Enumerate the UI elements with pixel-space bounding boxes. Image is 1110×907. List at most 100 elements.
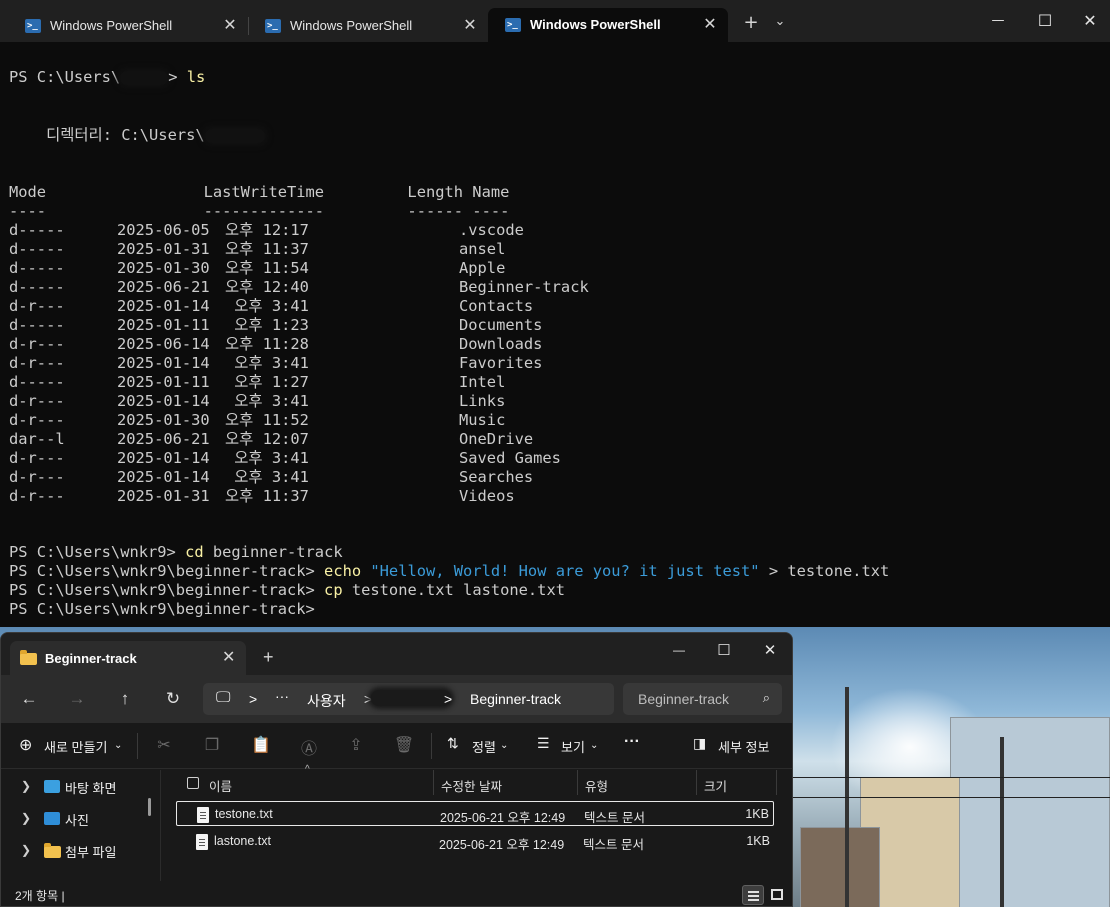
listing-date: 2025-01-11 (117, 373, 210, 391)
file-modified: 2025-06-21 오후 12:49 (439, 838, 565, 852)
column-divider[interactable] (577, 770, 578, 795)
column-header-modified[interactable]: 수정한 날짜 (441, 776, 502, 795)
close-icon[interactable]: ✕ (220, 9, 240, 43)
terminal-tab[interactable]: Windows PowerShell ✕ (248, 9, 488, 43)
listing-mode: d-r--- (9, 449, 65, 467)
explorer-tab-title: Beginner-track (45, 651, 137, 666)
listing-name: Favorites (459, 354, 543, 372)
cut-icon[interactable]: ✂ (153, 735, 175, 755)
column-header-type[interactable]: 유형 (585, 776, 608, 795)
command: ls (186, 68, 206, 86)
file-type: 텍스트 문서 (583, 838, 644, 852)
minimize-button[interactable]: — (983, 12, 1013, 30)
paste-icon[interactable]: 📋 (250, 735, 272, 755)
nav-item-desktop[interactable]: ❯ 바탕 화면 (1, 772, 151, 800)
listing-mode: d-r--- (9, 392, 65, 410)
listing-mode: d----- (9, 373, 65, 391)
chevron-right-icon[interactable]: ❯ (21, 843, 31, 857)
listing-time: 오후 1:27 (225, 373, 309, 391)
prompt: PS C:\Users\wnkr9> (9, 543, 186, 561)
file-row[interactable]: lastone.txt 2025-06-21 오후 12:49 텍스트 문서 1… (176, 829, 774, 854)
file-row-selected[interactable]: testone.txt 2025-06-21 오후 12:49 텍스트 문서 1… (176, 801, 774, 826)
view-button[interactable]: 보기 (561, 737, 585, 756)
nav-pane-scrollbar[interactable] (148, 798, 151, 816)
close-icon[interactable]: ✕ (700, 8, 720, 42)
tab-dropdown-button[interactable]: ⌄ (770, 12, 790, 32)
maximize-button[interactable]: ☐ (1030, 12, 1060, 30)
column-header-size[interactable]: 크기 (704, 776, 727, 795)
terminal-tab-title: Windows PowerShell (530, 17, 661, 32)
back-button[interactable]: ← (17, 689, 41, 709)
sort-button[interactable]: 정렬 (472, 737, 496, 756)
powershell-icon (265, 9, 281, 43)
terminal-line: PS C:\Users\wnkr9> cd beginner-track (9, 543, 343, 562)
wallpaper-wire (793, 797, 1110, 798)
listing-time: 오후 12:07 (225, 430, 309, 448)
terminal-output[interactable]: PS C:\Users\ > ls 디렉터리: C:\Users\ Mode La… (9, 42, 1110, 627)
address-bar[interactable]: 🖵 > ··· 사용자 > > Beginner-track (203, 683, 614, 715)
listing-date: 2025-01-14 (117, 392, 210, 410)
close-icon[interactable]: ✕ (460, 9, 480, 43)
search-box[interactable]: Beginner-track ⌕ (623, 683, 782, 715)
up-button[interactable]: ↑ (113, 689, 137, 709)
new-tab-button[interactable]: + (263, 647, 274, 668)
search-input[interactable]: Beginner-track (638, 691, 729, 707)
rename-icon[interactable]: Ⓐ (298, 735, 320, 759)
explorer-tab[interactable]: Beginner-track ✕ (10, 641, 246, 675)
listing-time: 오후 11:52 (225, 411, 309, 429)
redacted-username (120, 70, 169, 85)
powershell-icon (505, 8, 521, 42)
column-divider[interactable] (433, 770, 434, 795)
command-args: > testone.txt (759, 562, 890, 580)
close-button[interactable]: ✕ (1075, 12, 1105, 30)
text-file-icon (196, 834, 208, 850)
refresh-button[interactable]: ↻ (161, 689, 185, 709)
nav-item-attachments[interactable]: ❯ 첨부 파일 (1, 836, 151, 864)
minimize-button[interactable]: — (664, 643, 694, 657)
listing-date: 2025-01-14 (117, 354, 210, 372)
breadcrumb-current[interactable]: Beginner-track (470, 691, 561, 707)
details-button[interactable]: 세부 정보 (718, 737, 769, 756)
file-explorer-window: Beginner-track ✕ + — ☐ ✕ ← → ↑ ↻ 🖵 > ···… (0, 632, 793, 907)
new-tab-button[interactable]: + (740, 13, 762, 33)
listing-mode: d----- (9, 221, 65, 239)
listing-mode: d-r--- (9, 354, 65, 372)
nav-item-pictures[interactable]: ❯ 사진 (1, 804, 151, 832)
listing-time: 오후 3:41 (225, 297, 309, 315)
close-icon[interactable]: ✕ (222, 647, 235, 667)
close-button[interactable]: ✕ (755, 641, 785, 659)
terminal-tab-title: Windows PowerShell (290, 18, 413, 33)
copy-icon[interactable]: ❐ (201, 735, 223, 755)
wallpaper-building (950, 717, 1110, 907)
chevron-right-icon[interactable]: ❯ (21, 779, 31, 793)
chevron-right-icon[interactable]: ❯ (21, 811, 31, 825)
details-view-button[interactable] (742, 885, 764, 905)
listing-mode: d-r--- (9, 297, 65, 315)
terminal-tab[interactable]: Windows PowerShell ✕ (8, 9, 248, 43)
listing-time: 오후 11:28 (225, 335, 309, 353)
new-button[interactable]: 새로 만들기 (44, 737, 107, 756)
select-all-checkbox[interactable] (187, 777, 199, 789)
column-divider[interactable] (776, 770, 777, 795)
delete-icon[interactable]: 🗑 (393, 735, 415, 755)
divider (431, 733, 432, 759)
maximize-button[interactable]: ☐ (709, 641, 739, 659)
column-header-name[interactable]: 이름 (209, 776, 232, 795)
chevron-down-icon: ⌄ (114, 740, 123, 751)
file-modified: 2025-06-21 오후 12:49 (440, 811, 566, 825)
file-size: 1KB (746, 834, 770, 848)
more-options-button[interactable]: ··· (624, 733, 640, 751)
breadcrumb-more[interactable]: ··· (275, 688, 289, 704)
share-icon[interactable]: ⇪ (345, 735, 367, 755)
terminal-line[interactable]: PS C:\Users\wnkr9\beginner-track> (9, 600, 324, 619)
tiles-view-button[interactable] (766, 885, 788, 905)
terminal-line: PS C:\Users\ > ls (9, 68, 205, 87)
folder-icon (20, 650, 37, 665)
listing-name: Beginner-track (459, 278, 589, 296)
forward-button[interactable]: → (65, 689, 89, 709)
listing-name: Music (459, 411, 506, 429)
terminal-tab-active[interactable]: Windows PowerShell ✕ (488, 8, 728, 42)
sort-caret-icon: ^ (305, 764, 310, 775)
column-divider[interactable] (696, 770, 697, 795)
breadcrumb-users[interactable]: 사용자 (307, 691, 346, 711)
